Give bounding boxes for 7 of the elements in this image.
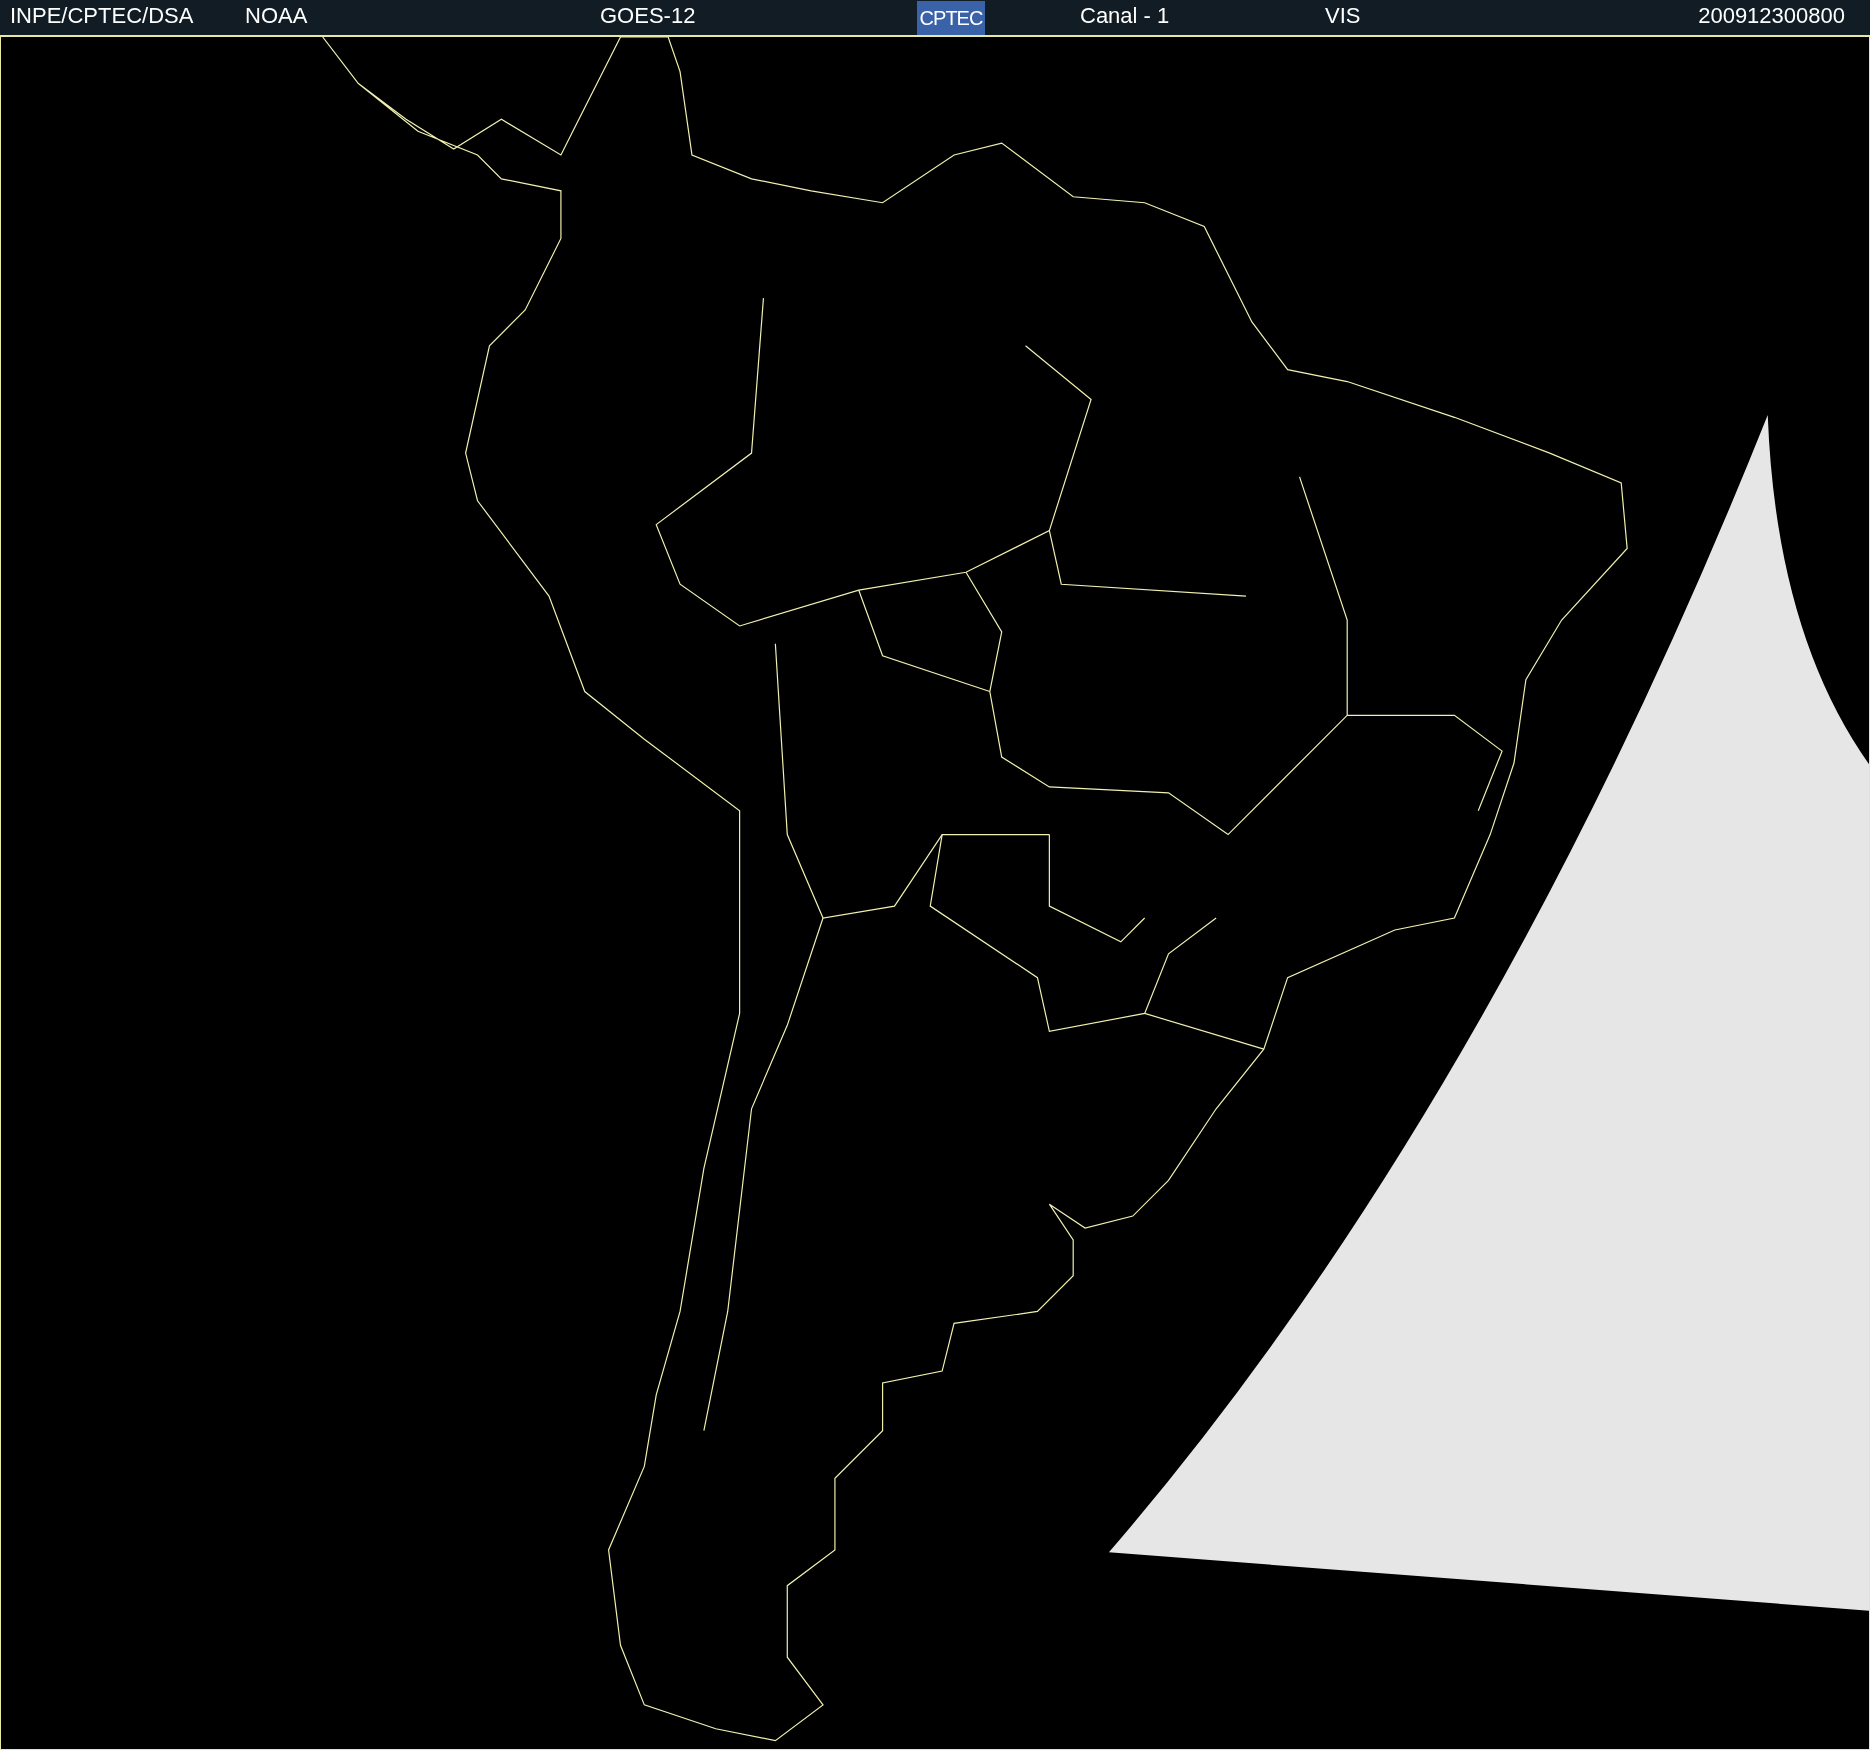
source-label: INPE/CPTEC/DSA xyxy=(10,3,194,28)
timestamp-label: 200912300800 xyxy=(1698,3,1845,28)
band-label: VIS xyxy=(1325,3,1361,28)
satellite-label: GOES-12 xyxy=(600,3,696,28)
logo-text: CPTEC xyxy=(919,7,983,28)
channel-label: Canal - 1 xyxy=(1080,3,1170,28)
agency-label: NOAA xyxy=(245,3,308,28)
